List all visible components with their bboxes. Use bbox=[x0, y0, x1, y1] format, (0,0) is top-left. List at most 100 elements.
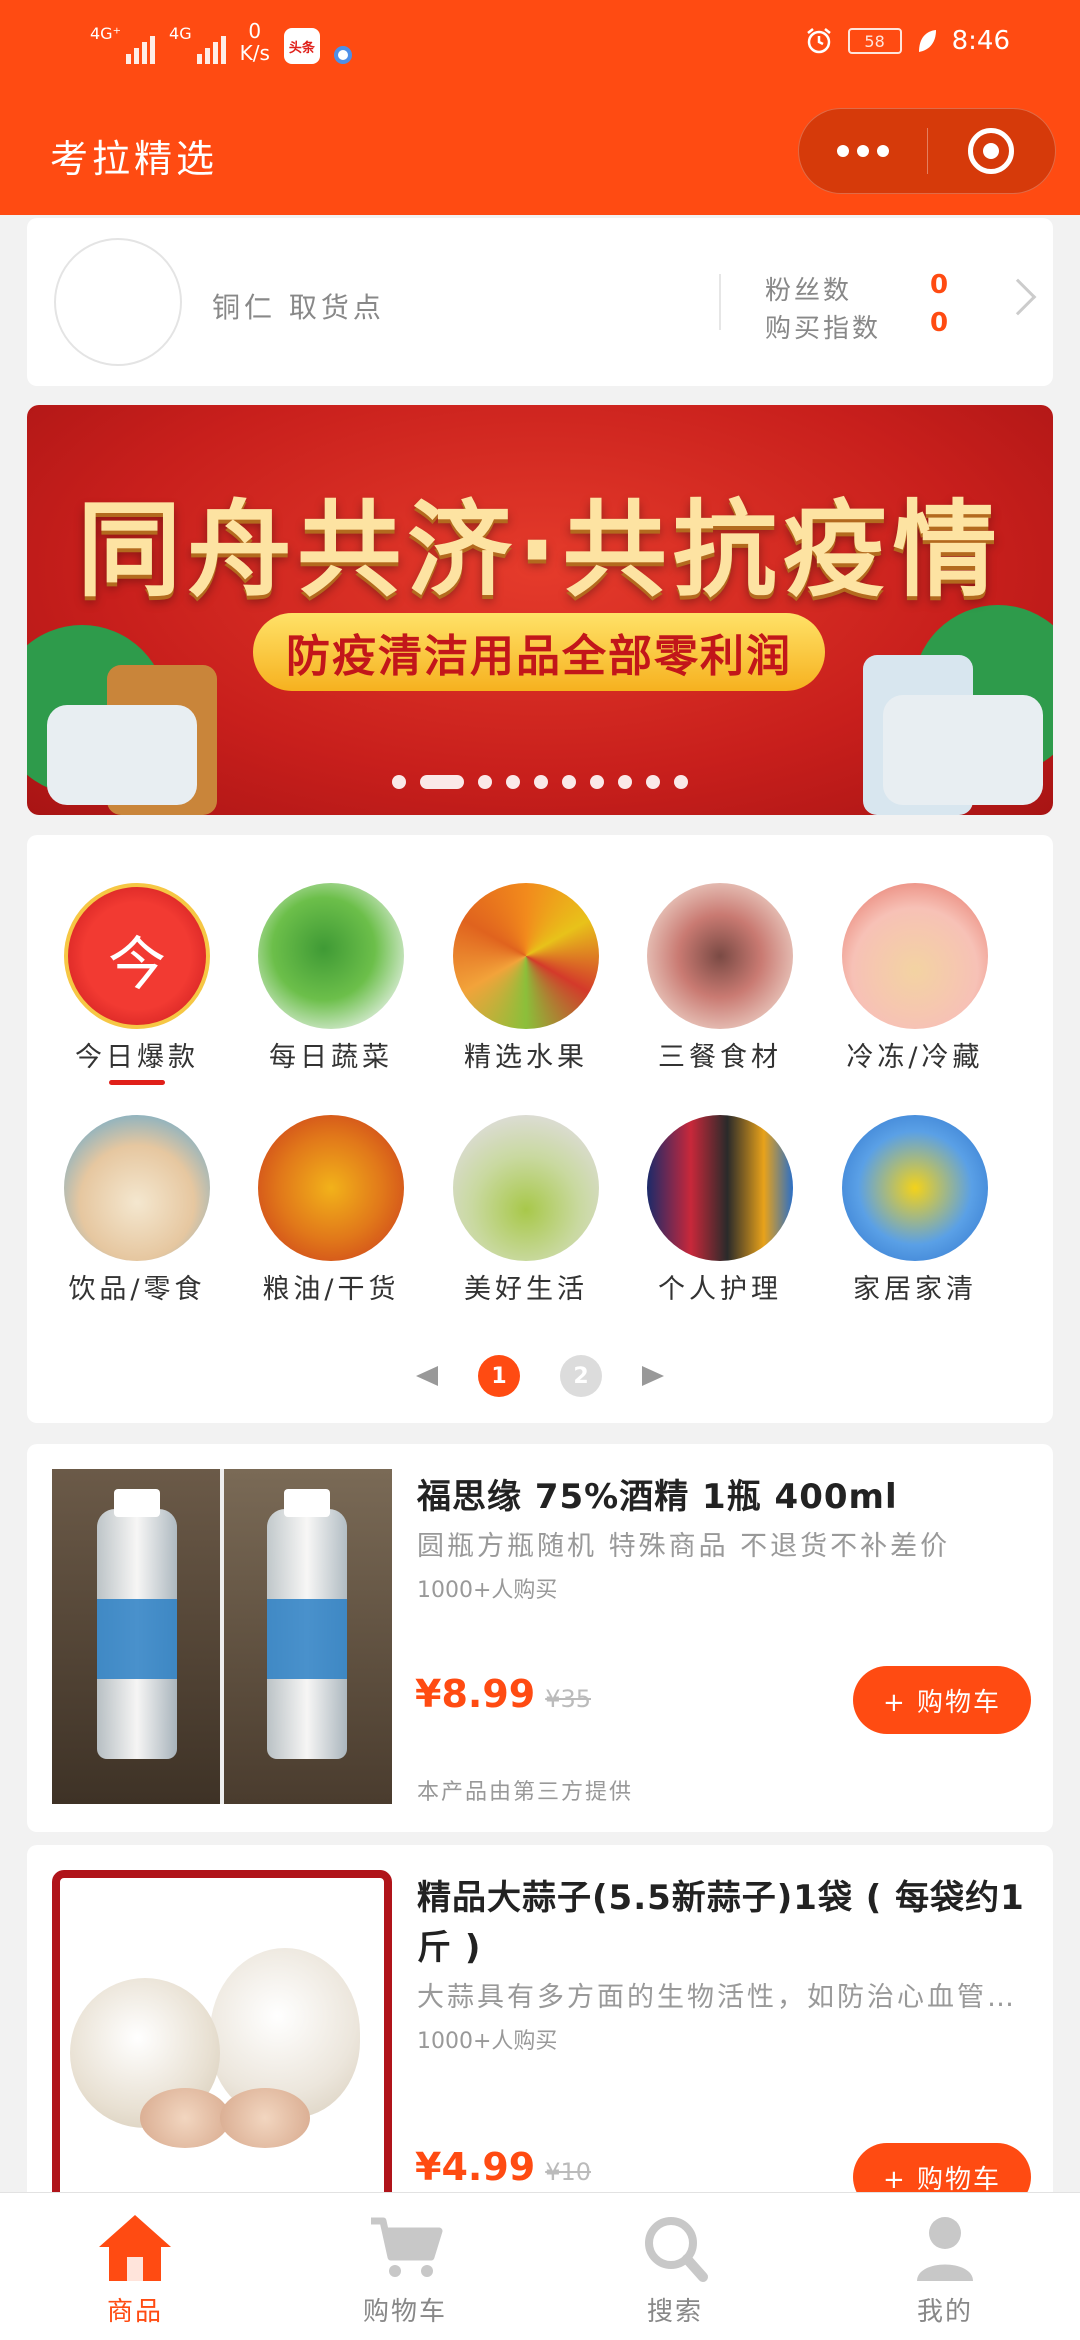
price-current: ¥4.99 bbox=[415, 2145, 536, 2189]
tab-profile[interactable]: 我的 bbox=[810, 2193, 1080, 2340]
avatar[interactable] bbox=[54, 238, 182, 366]
category-item[interactable]: 冷冻/冷藏 bbox=[825, 883, 1005, 1074]
clock: 8:46 bbox=[951, 26, 1010, 56]
product-sold: 1000+人购买 bbox=[417, 1578, 558, 1603]
tab-home[interactable]: 商品 bbox=[0, 2193, 270, 2340]
category-item[interactable]: 家居家清 bbox=[825, 1115, 1005, 1306]
signal-icon: 4G⁺ bbox=[90, 24, 156, 64]
category-item[interactable]: 粮油/干货 bbox=[241, 1115, 421, 1306]
product-price: ¥4.99 ¥10 bbox=[415, 2145, 591, 2189]
banner-dot[interactable] bbox=[392, 775, 406, 789]
page-title: 考拉精选 bbox=[50, 137, 219, 181]
purchase-value: 0 bbox=[930, 308, 952, 338]
category-item[interactable]: 饮品/零食 bbox=[47, 1115, 227, 1306]
status-bar: 4G⁺ 4G 0 K/s 头条 58 8:46 bbox=[0, 0, 1080, 90]
category-label: 精选水果 bbox=[464, 1042, 588, 1073]
banner-dot[interactable] bbox=[562, 775, 576, 789]
banner-dot[interactable] bbox=[506, 775, 520, 789]
category-item[interactable]: 今 今日爆款 bbox=[47, 883, 227, 1085]
battery-icon: 58 bbox=[847, 28, 902, 54]
category-item[interactable]: 个人护理 bbox=[630, 1115, 810, 1306]
product-image[interactable] bbox=[52, 1469, 392, 1804]
banner-dot[interactable] bbox=[420, 775, 464, 789]
tab-label: 购物车 bbox=[362, 2297, 447, 2327]
tab-label: 搜索 bbox=[646, 2297, 703, 2327]
category-label: 每日蔬菜 bbox=[269, 1042, 393, 1073]
product-desc: 大蒜具有多方面的生物活性，如防治心血管疾病 bbox=[417, 1982, 1017, 2013]
product-image[interactable] bbox=[52, 1870, 392, 2210]
more-dots-icon bbox=[856, 145, 869, 157]
search-icon bbox=[645, 2217, 708, 2282]
banner-dot[interactable] bbox=[478, 775, 492, 789]
page-1-button[interactable]: 1 bbox=[478, 1355, 520, 1397]
product-card[interactable]: 精品大蒜子(5.5新蒜子)1袋 ( 每袋约1斤 ) 大蒜具有多方面的生物活性，如… bbox=[27, 1845, 1053, 2211]
category-label: 三餐食材 bbox=[658, 1042, 782, 1073]
more-button[interactable] bbox=[799, 145, 927, 157]
more-dots-icon bbox=[836, 145, 849, 157]
category-item[interactable]: 美好生活 bbox=[436, 1115, 616, 1306]
category-label: 美好生活 bbox=[464, 1274, 588, 1305]
snacks-icon bbox=[64, 1115, 210, 1261]
network-label: 4G⁺ bbox=[90, 24, 122, 43]
banner-dot[interactable] bbox=[590, 775, 604, 789]
vegetables-icon bbox=[258, 883, 404, 1029]
product-price: ¥8.99 ¥35 bbox=[415, 1672, 591, 1716]
category-item[interactable]: 三餐食材 bbox=[630, 883, 810, 1074]
promo-banner[interactable]: 同舟共济·共抗疫情 防疫清洁用品全部零利润 bbox=[27, 405, 1053, 815]
frozen-food-icon bbox=[842, 883, 988, 1029]
page-2-button[interactable]: 2 bbox=[560, 1355, 602, 1397]
home-icon bbox=[99, 2215, 171, 2281]
tab-cart[interactable]: 购物车 bbox=[270, 2193, 540, 2340]
banner-dot[interactable] bbox=[534, 775, 548, 789]
miniprogram-capsule bbox=[798, 108, 1056, 194]
category-item[interactable]: 每日蔬菜 bbox=[241, 883, 421, 1074]
speed-unit: K/s bbox=[239, 41, 270, 65]
profile-divider bbox=[719, 274, 721, 330]
third-party-note: 本产品由第三方提供 bbox=[417, 1780, 634, 1805]
close-circle-icon bbox=[968, 128, 1015, 174]
product-sold: 1000+人购买 bbox=[417, 2029, 558, 2054]
home-goods-icon bbox=[453, 1115, 599, 1261]
lantern-glyph: 今 bbox=[107, 930, 166, 998]
next-page-icon[interactable] bbox=[642, 1366, 664, 1386]
banner-pill: 防疫清洁用品全部零利润 bbox=[253, 613, 825, 691]
tab-search[interactable]: 搜索 bbox=[540, 2193, 810, 2340]
lantern-icon: 今 bbox=[64, 883, 210, 1029]
purchase-stat: 购买指数 0 bbox=[765, 308, 948, 345]
product-name: 精品大蒜子(5.5新蒜子)1袋 ( 每袋约1斤 ) bbox=[417, 1878, 1025, 1968]
fans-value: 0 bbox=[930, 270, 952, 300]
active-underline bbox=[109, 1080, 165, 1085]
personal-care-icon bbox=[647, 1115, 793, 1261]
product-card[interactable]: 福思缘 75%酒精 1瓶 400ml 圆瓶方瓶随机 特殊商品 不退货不补差价 1… bbox=[27, 1444, 1053, 1832]
banner-dot[interactable] bbox=[674, 775, 688, 789]
cart-icon bbox=[371, 2217, 443, 2277]
user-icon bbox=[917, 2217, 973, 2281]
category-label: 个人护理 bbox=[658, 1274, 782, 1305]
meat-icon bbox=[647, 883, 793, 1029]
banner-pagination bbox=[27, 775, 1053, 789]
category-pager: 1 2 bbox=[27, 1355, 1053, 1397]
profile-card[interactable]: 铜仁 取货点 粉丝数 0 购买指数 0 bbox=[27, 218, 1053, 386]
status-right: 58 8:46 bbox=[804, 26, 1010, 56]
product-name: 福思缘 75%酒精 1瓶 400ml bbox=[417, 1477, 898, 1517]
price-original: ¥35 bbox=[545, 1685, 592, 1713]
chevron-right-icon[interactable] bbox=[999, 278, 1037, 316]
speed-value: 0 bbox=[248, 19, 262, 43]
banner-dot[interactable] bbox=[646, 775, 660, 789]
network-label: 4G bbox=[169, 24, 192, 43]
alarm-icon bbox=[806, 28, 831, 54]
close-button[interactable] bbox=[928, 128, 1056, 174]
banner-subline: 防疫清洁用品全部零利润 bbox=[286, 631, 792, 682]
bottom-tab-bar: 商品 购物车 搜索 我的 bbox=[0, 2192, 1080, 2340]
category-label: 饮品/零食 bbox=[68, 1274, 206, 1305]
tab-label: 我的 bbox=[916, 2297, 973, 2327]
banner-dot[interactable] bbox=[618, 775, 632, 789]
toutiao-app-icon: 头条 bbox=[283, 28, 320, 64]
category-label: 今日爆款 bbox=[75, 1042, 199, 1073]
leaf-icon bbox=[918, 30, 936, 52]
add-to-cart-button[interactable]: + 购物车 bbox=[853, 1666, 1031, 1734]
cleaning-icon bbox=[842, 1115, 988, 1261]
mask-decoration bbox=[47, 705, 197, 805]
category-item[interactable]: 精选水果 bbox=[436, 883, 616, 1074]
prev-page-icon[interactable] bbox=[416, 1366, 438, 1386]
